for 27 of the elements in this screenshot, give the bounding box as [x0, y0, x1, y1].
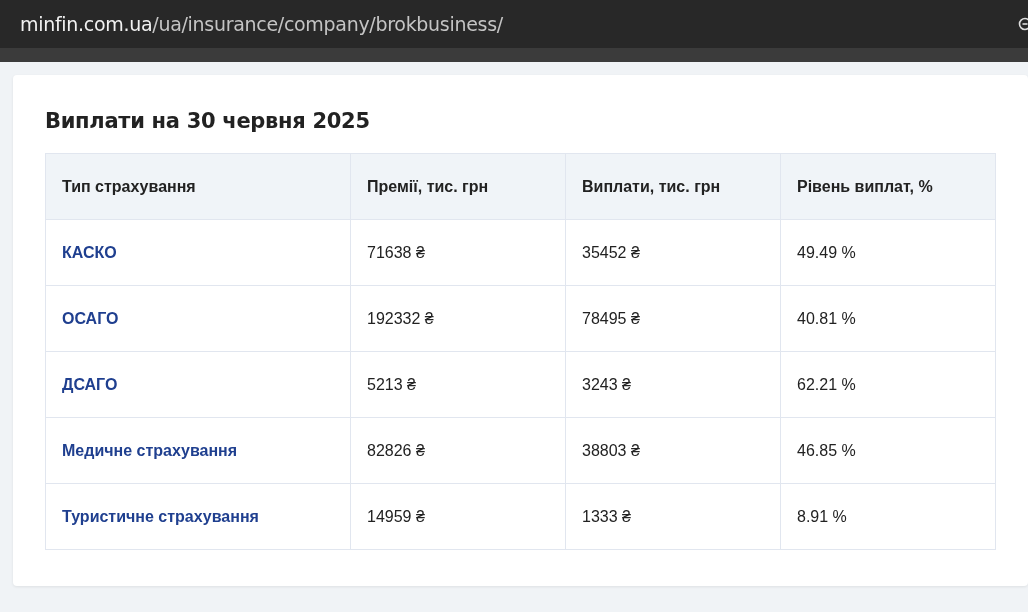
insurance-type-link[interactable]: КАСКО [62, 243, 117, 261]
table-cell: 71638 ₴ [350, 219, 566, 286]
table-cell: 14959 ₴ [350, 483, 566, 550]
table-cell: 38803 ₴ [565, 417, 781, 484]
table-cell: 5213 ₴ [350, 351, 566, 418]
section-title: Виплати на 30 червня 2025 [45, 109, 371, 133]
table-cell: 40.81 % [780, 285, 996, 352]
table-cell: 82826 ₴ [350, 417, 566, 484]
column-header: Рівень виплат, % [780, 153, 996, 220]
column-header: Виплати, тис. грн [565, 153, 781, 220]
column-header: Премії, тис. грн [350, 153, 566, 220]
table-cell: 35452 ₴ [565, 219, 781, 286]
table-cell: 62.21 % [780, 351, 996, 418]
insurance-type-link[interactable]: ДСАГО [62, 375, 118, 393]
table-cell: 46.85 % [780, 417, 996, 484]
table-cell: 3243 ₴ [565, 351, 781, 418]
table-cell: 1333 ₴ [565, 483, 781, 550]
insurance-type-link[interactable]: Медичне страхування [62, 441, 238, 459]
insurance-type-link[interactable]: ОСАГО [62, 309, 119, 327]
table-cell: 78495 ₴ [565, 285, 781, 352]
table-cell: 49.49 % [780, 219, 996, 286]
url-text[interactable]: minfin.com.ua/ua/insurance/company/brokbusiness/ [20, 13, 503, 35]
table-cell: 8.91 % [780, 483, 996, 550]
column-header: Тип страхування [45, 153, 351, 220]
table-cell: 192332 ₴ [350, 285, 566, 352]
insurance-type-link[interactable]: Туристичне страхування [62, 507, 259, 525]
zoom-out-icon[interactable] [1018, 17, 1028, 31]
